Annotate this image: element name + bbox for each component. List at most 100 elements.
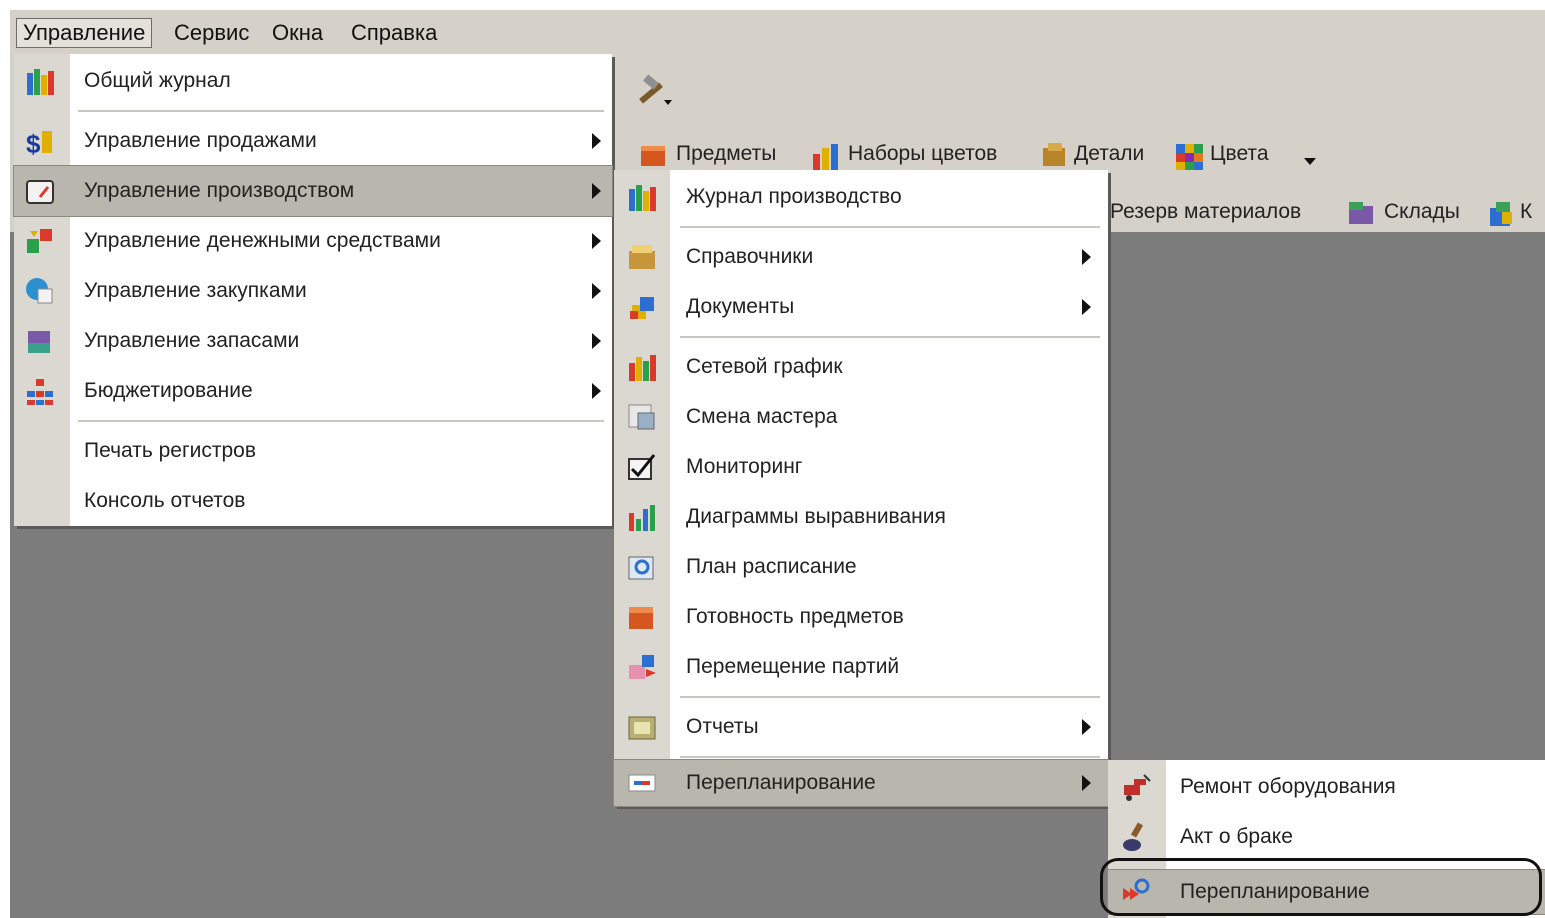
menu-separator <box>680 696 1100 698</box>
menu-item-production-journal[interactable]: Журнал производство <box>614 172 1108 222</box>
menu-item-purchases[interactable]: Управление закупками <box>14 266 612 316</box>
menu-item-label: Управление закупками <box>84 279 307 302</box>
menu-production: Журнал производство Справочники Документ… <box>613 170 1109 807</box>
transfer-icon <box>629 655 656 679</box>
menu-separator <box>680 226 1100 228</box>
menu-item-label: Консоль отчетов <box>84 489 246 512</box>
network-chart-icon <box>629 355 656 381</box>
menu-upravlenie[interactable]: Управление <box>16 18 153 48</box>
menu-item-batch-transfer[interactable]: Перемещение партий <box>614 642 1108 692</box>
menu-item-label: Диаграммы выравнивания <box>686 505 946 528</box>
menu-item-label: Журнал производство <box>686 185 902 208</box>
details-icon[interactable] <box>1040 140 1070 170</box>
menu-item-shift-change[interactable]: Смена мастера <box>614 392 1108 442</box>
toolbar-colors-button[interactable]: Цвета <box>1210 142 1269 166</box>
menu-management: Общий журнал $ Управление продажами Упра… <box>13 54 613 526</box>
menu-item-sales[interactable]: $ Управление продажами <box>14 116 612 166</box>
stock-icon <box>28 331 50 353</box>
menu-item-network-chart[interactable]: Сетевой график <box>614 342 1108 392</box>
items-icon[interactable] <box>638 140 668 170</box>
toolbar-k-button[interactable]: К <box>1520 200 1532 224</box>
menu-item-label: Готовность предметов <box>686 605 904 628</box>
stamp-icon <box>1123 822 1144 851</box>
color-sets-icon[interactable] <box>810 140 842 172</box>
menu-item-items-readiness[interactable]: Готовность предметов <box>614 592 1108 642</box>
menu-item-report-console[interactable]: Консоль отчетов <box>14 476 612 526</box>
menu-item-general-journal[interactable]: Общий журнал <box>14 56 612 106</box>
menu-separator <box>680 336 1100 338</box>
menu-item-finance[interactable]: Управление денежными средствами <box>14 216 612 266</box>
menu-item-label: Справочники <box>686 245 814 268</box>
menu-item-stock[interactable]: Управление запасами <box>14 316 612 366</box>
menu-item-label: Ремонт оборудования <box>1180 775 1396 798</box>
menu-item-label: Мониторинг <box>686 455 803 478</box>
menu-separator <box>78 110 604 112</box>
submenu-arrow-icon <box>592 133 601 149</box>
menu-item-defect-act[interactable]: Акт о браке <box>1108 812 1545 862</box>
menu-okna[interactable]: Окна <box>266 18 329 48</box>
money-icon <box>27 229 52 253</box>
reports-icon <box>628 716 656 740</box>
menu-item-label: Сетевой график <box>686 355 843 378</box>
toolbar-k-icon[interactable] <box>1486 198 1518 230</box>
menu-separator <box>78 420 604 422</box>
purchase-icon <box>26 278 53 304</box>
readiness-icon <box>629 607 653 629</box>
svg-text:$: $ <box>26 129 41 157</box>
submenu-arrow-icon <box>592 283 601 299</box>
toolbar-overflow-icon[interactable] <box>1302 154 1318 168</box>
toolbar-items-button[interactable]: Предметы <box>676 142 776 166</box>
submenu-arrow-icon <box>1082 775 1091 791</box>
books-icon <box>629 185 656 211</box>
menu-item-label: Управление продажами <box>84 129 317 152</box>
menu-item-label: Управление запасами <box>84 329 300 352</box>
menu-item-catalogs[interactable]: Справочники <box>614 232 1108 282</box>
menu-item-monitoring[interactable]: Мониторинг <box>614 442 1108 492</box>
submenu-arrow-icon <box>1082 299 1091 315</box>
menu-item-production[interactable]: Управление производством <box>13 165 613 217</box>
schedule-icon <box>628 556 654 580</box>
menu-item-equipment-repair[interactable]: Ремонт оборудования <box>1108 762 1545 812</box>
monitoring-icon <box>628 454 656 480</box>
toolbar-warehouses-button[interactable]: Склады <box>1384 200 1460 224</box>
menu-item-label: Смена мастера <box>686 405 838 428</box>
submenu-arrow-icon <box>1082 719 1091 735</box>
menu-item-print-registers[interactable]: Печать регистров <box>14 426 612 476</box>
gauge-icon <box>26 180 54 204</box>
menu-item-reports[interactable]: Отчеты <box>614 702 1108 752</box>
sales-icon: $ <box>26 129 52 157</box>
menu-item-label: Отчеты <box>686 715 759 738</box>
warehouses-icon[interactable] <box>1346 198 1378 228</box>
toolbar-reserve-button[interactable]: Резерв материалов <box>1110 200 1301 224</box>
menu-item-label: Общий журнал <box>84 69 231 92</box>
menu-item-budgeting[interactable]: Бюджетирование <box>14 366 612 416</box>
menu-item-label: Управление производством <box>84 179 355 202</box>
colors-icon[interactable] <box>1174 140 1206 172</box>
application-window: Управление Сервис Окна Справка Предметы … <box>10 10 1545 918</box>
submenu-arrow-icon <box>1082 249 1091 265</box>
menu-item-label: Перемещение партий <box>686 655 900 678</box>
menu-servis[interactable]: Сервис <box>168 18 255 48</box>
menu-item-replanning[interactable]: Перепланирование <box>613 759 1109 807</box>
menu-item-label: Печать регистров <box>84 439 257 462</box>
replan-icon <box>628 774 656 792</box>
submenu-arrow-icon <box>592 333 601 349</box>
menu-spravka[interactable]: Справка <box>345 18 443 48</box>
tools-icon[interactable] <box>634 72 674 108</box>
toolbar-details-button[interactable]: Детали <box>1074 142 1144 166</box>
submenu-arrow-icon <box>592 383 601 399</box>
submenu-arrow-icon <box>592 233 601 249</box>
budget-icon <box>27 379 53 405</box>
menu-item-label: Управление денежными средствами <box>84 229 441 252</box>
menu-separator <box>680 756 1100 758</box>
menu-item-label: Бюджетирование <box>84 379 253 402</box>
highlight-outline <box>1100 858 1542 916</box>
repair-icon <box>1124 774 1151 801</box>
shift-icon <box>628 404 655 430</box>
submenu-arrow-icon <box>592 183 601 199</box>
menu-item-label: Документы <box>686 295 795 318</box>
menu-item-schedule-plan[interactable]: План расписание <box>614 542 1108 592</box>
menu-item-alignment-charts[interactable]: Диаграммы выравнивания <box>614 492 1108 542</box>
toolbar-color-sets-button[interactable]: Наборы цветов <box>848 142 997 166</box>
menu-item-documents[interactable]: Документы <box>614 282 1108 332</box>
